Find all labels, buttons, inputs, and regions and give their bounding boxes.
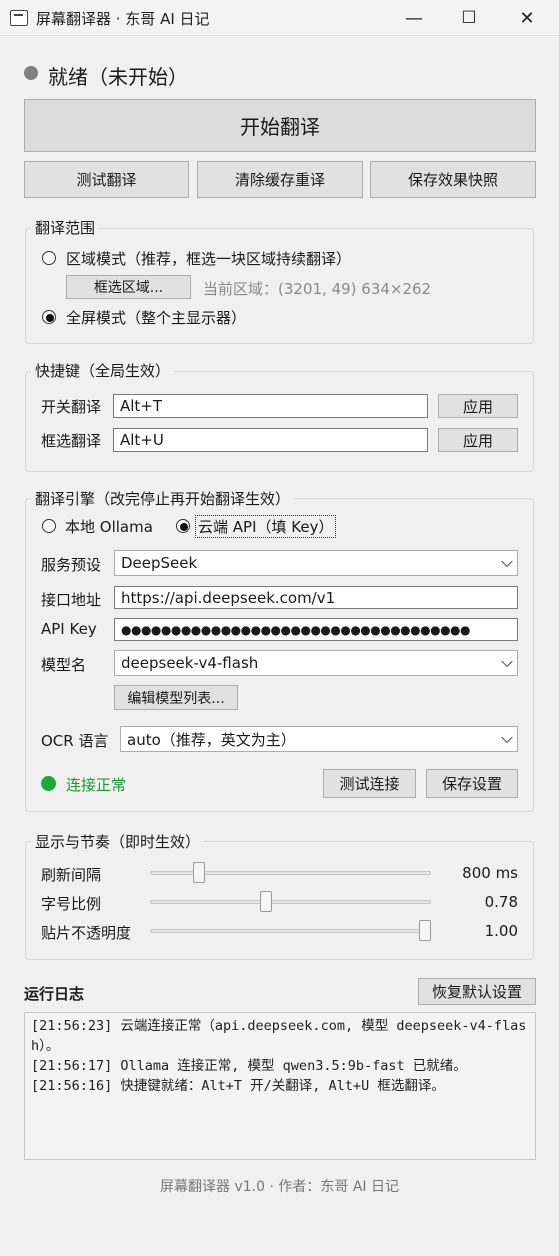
test-connection-button[interactable]: 测试连接: [323, 769, 416, 798]
apikey-input[interactable]: ●●●●●●●●●●●●●●●●●●●●●●●●●●●●●●●●●●●: [114, 618, 518, 641]
model-value: deepseek-v4-flash: [121, 654, 259, 672]
opacity-slider[interactable]: [150, 929, 431, 933]
maximize-icon[interactable]: ☐: [440, 0, 498, 36]
ocr-label: OCR 语言: [41, 732, 109, 750]
font-scale-value: 0.78: [484, 893, 518, 911]
chevron-down-icon: [501, 555, 513, 568]
log-line: [21:56:23] 云端连接正常（api.deepseek.com, 模型 d…: [31, 1018, 527, 1054]
display-group-title: 显示与节奏（即时生效）: [31, 831, 205, 852]
chevron-down-icon: [501, 655, 513, 668]
apply-select-hotkey-button[interactable]: 应用: [438, 428, 518, 452]
footer-text: 屏幕翻译器 v1.0 · 作者：东哥 AI 日记: [160, 1179, 399, 1195]
opacity-value: 1.00: [484, 922, 518, 940]
font-scale-slider[interactable]: [150, 900, 431, 904]
status-dot-icon: [24, 66, 38, 80]
region-mode-label[interactable]: 区域模式（推荐，框选一块区域持续翻译）: [66, 248, 351, 269]
log-title: 运行日志: [24, 985, 85, 1003]
clear-cache-button[interactable]: 清除缓存重译: [197, 161, 363, 198]
connection-status-icon: [41, 776, 56, 791]
test-translation-button[interactable]: 测试翻译: [24, 161, 189, 198]
status-text: 就绪（未开始）: [48, 65, 188, 89]
preset-value: DeepSeek: [121, 554, 198, 572]
font-scale-slider-thumb[interactable]: [260, 891, 273, 912]
current-region-text: 当前区域：(3201, 49) 634×262: [203, 280, 432, 298]
preset-label: 服务预设: [41, 556, 102, 574]
save-settings-button[interactable]: 保存设置: [426, 769, 518, 798]
scope-group-title: 翻译范围: [31, 217, 100, 238]
select-hotkey-input[interactable]: Alt+U: [113, 428, 428, 452]
save-snapshot-button[interactable]: 保存效果快照: [370, 161, 536, 198]
log-area[interactable]: [21:56:23] 云端连接正常（api.deepseek.com, 模型 d…: [24, 1012, 536, 1160]
window-title: 屏幕翻译器 · 东哥 AI 日记: [36, 10, 210, 28]
start-translation-button[interactable]: 开始翻译: [24, 99, 536, 152]
connection-status-text: 连接正常: [66, 776, 127, 794]
log-line: [21:56:17] Ollama 连接正常, 模型 qwen3.5:9b-fa…: [31, 1058, 467, 1074]
fullscreen-mode-radio[interactable]: [42, 310, 56, 324]
apply-toggle-hotkey-button[interactable]: 应用: [438, 394, 518, 418]
endpoint-input[interactable]: https://api.deepseek.com/v1: [114, 586, 518, 609]
toggle-hotkey-label: 开关翻译: [41, 398, 102, 416]
local-ollama-radio[interactable]: [42, 519, 56, 533]
ocr-language-value: auto（推荐，英文为主）: [127, 730, 296, 749]
preset-select[interactable]: DeepSeek: [114, 550, 518, 576]
chevron-down-icon: [501, 731, 513, 744]
region-mode-radio[interactable]: [42, 251, 56, 265]
refresh-interval-value: 800 ms: [462, 864, 518, 882]
minimize-icon[interactable]: —: [385, 0, 443, 36]
model-label: 模型名: [41, 656, 87, 674]
app-icon: [10, 10, 28, 26]
select-region-button[interactable]: 框选区域...: [66, 275, 191, 299]
apikey-label: API Key: [41, 620, 97, 638]
model-select[interactable]: deepseek-v4-flash: [114, 650, 518, 676]
local-ollama-label[interactable]: 本地 Ollama: [65, 516, 153, 537]
font-scale-label: 字号比例: [41, 895, 102, 913]
hotkeys-group-title: 快捷键（全局生效）: [31, 360, 175, 381]
refresh-interval-slider-thumb[interactable]: [193, 862, 206, 883]
refresh-interval-label: 刷新间隔: [41, 866, 102, 884]
endpoint-label: 接口地址: [41, 591, 102, 609]
log-line: [21:56:16] 快捷键就绪：Alt+T 开/关翻译, Alt+U 框选翻译…: [31, 1078, 445, 1094]
fullscreen-mode-label[interactable]: 全屏模式（整个主显示器）: [66, 307, 246, 328]
opacity-label: 贴片不透明度: [41, 924, 132, 942]
cloud-api-label[interactable]: 云端 API（填 Key）: [195, 515, 337, 538]
close-icon[interactable]: ✕: [498, 0, 556, 36]
hotkeys-group: [25, 371, 534, 472]
opacity-slider-thumb[interactable]: [419, 920, 431, 941]
edit-models-button[interactable]: 编辑模型列表...: [114, 685, 238, 710]
reset-defaults-button[interactable]: 恢复默认设置: [418, 978, 536, 1005]
cloud-api-radio[interactable]: [176, 519, 190, 533]
toggle-hotkey-input[interactable]: Alt+T: [113, 394, 428, 418]
ocr-language-select[interactable]: auto（推荐，英文为主）: [120, 726, 518, 752]
engine-group-title: 翻译引擎（改完停止再开始翻译生效）: [31, 488, 295, 509]
select-hotkey-label: 框选翻译: [41, 432, 102, 450]
